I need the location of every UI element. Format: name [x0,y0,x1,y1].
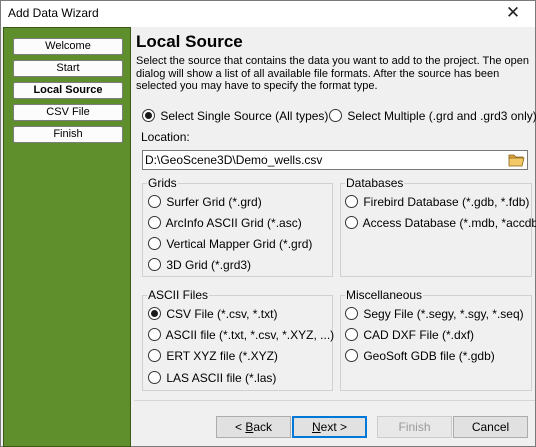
next-button-hotkey: N [311,420,321,434]
vertical-mapper-grid-label: Vertical Mapper Grid (*.grd) [166,237,313,251]
ascii-file-label: ASCII file (*.txt, *.csv, *.XYZ, ...) [165,328,335,342]
firebird-database-radio[interactable]: Firebird Database (*.gdb, *.fdb) [345,194,529,210]
title-bar: Add Data Wizard ✕ [1,1,535,27]
ascii-files-group-title: ASCII Files [147,288,210,302]
add-data-wizard-window: Add Data Wizard ✕ Welcome Start Local So… [0,0,536,447]
button-bar-divider [134,400,535,401]
csv-file-radio[interactable]: CSV File (*.csv, *.txt) [148,306,277,322]
geosoft-gdb-file-label: GeoSoft GDB file (*.gdb) [363,349,495,363]
step-local-source[interactable]: Local Source [13,82,123,99]
close-icon[interactable]: ✕ [499,3,527,25]
radio-unchecked-icon [148,216,161,230]
back-button-prefix: < [234,420,246,434]
vertical-mapper-grid-radio[interactable]: Vertical Mapper Grid (*.grd) [148,236,312,252]
cad-dxf-file-label: CAD DXF File (*.dxf) [363,328,475,342]
ert-xyz-file-radio[interactable]: ERT XYZ file (*.XYZ) [148,348,278,364]
cancel-button[interactable]: Cancel [453,416,528,438]
radio-unchecked-icon [345,328,358,342]
radio-checked-icon [142,109,155,123]
radio-unchecked-icon [345,195,358,209]
wizard-steps-sidebar: Welcome Start Local Source CSV File Fini… [3,27,131,447]
select-single-source-radio[interactable]: Select Single Source (All types) [142,108,328,124]
window-title: Add Data Wizard [8,6,99,20]
radio-unchecked-icon [148,258,161,272]
finish-button[interactable]: Finish [377,416,452,438]
3d-grid-radio[interactable]: 3D Grid (*.grd3) [148,257,251,273]
access-database-radio[interactable]: Access Database (*.mdb, *accdb) [345,215,536,231]
3d-grid-label: 3D Grid (*.grd3) [166,258,252,272]
las-ascii-file-label: LAS ASCII file (*.las) [166,371,277,385]
surfer-grid-radio[interactable]: Surfer Grid (*.grd) [148,194,262,210]
next-button[interactable]: Next > [292,416,367,438]
back-button-rest: ack [253,420,273,434]
location-label: Location: [141,130,190,144]
next-button-rest: ext > [320,420,348,434]
location-input[interactable]: D:\GeoScene3D\Demo_wells.csv [142,150,528,170]
folder-open-icon[interactable] [508,152,526,168]
arcinfo-grid-radio[interactable]: ArcInfo ASCII Grid (*.asc) [148,215,302,231]
select-multiple-radio[interactable]: Select Multiple (.grd and .grd3 only) [329,108,536,124]
arcinfo-grid-label: ArcInfo ASCII Grid (*.asc) [165,216,302,230]
step-welcome[interactable]: Welcome [13,38,123,55]
radio-unchecked-icon [345,307,358,321]
select-single-source-label: Select Single Source (All types) [160,109,329,123]
surfer-grid-label: Surfer Grid (*.grd) [166,195,262,209]
location-value: D:\GeoScene3D\Demo_wells.csv [145,153,323,167]
grids-group-title: Grids [147,176,178,190]
radio-unchecked-icon [345,216,358,230]
geosoft-gdb-file-radio[interactable]: GeoSoft GDB file (*.gdb) [345,348,495,364]
select-multiple-label: Select Multiple (.grd and .grd3 only) [347,109,536,123]
firebird-database-label: Firebird Database (*.gdb, *.fdb) [363,195,530,209]
radio-unchecked-icon [148,195,161,209]
radio-unchecked-icon [148,371,161,385]
back-button[interactable]: < Back [216,416,291,438]
radio-unchecked-icon [148,237,161,251]
access-database-label: Access Database (*.mdb, *accdb) [362,216,536,230]
ert-xyz-file-label: ERT XYZ file (*.XYZ) [166,349,278,363]
radio-unchecked-icon [148,349,161,363]
radio-unchecked-icon [329,109,342,123]
databases-group-title: Databases [345,176,405,190]
ascii-file-radio[interactable]: ASCII file (*.txt, *.csv, *.XYZ, ...) [148,327,334,343]
radio-checked-icon [148,307,161,321]
segy-file-label: Segy File (*.segy, *.sgy, *.seq) [363,307,524,321]
step-csv-file[interactable]: CSV File [13,104,123,121]
radio-unchecked-icon [345,349,358,363]
radio-unchecked-icon [148,328,161,342]
page-description: Select the source that contains the data… [136,55,530,92]
segy-file-radio[interactable]: Segy File (*.segy, *.sgy, *.seq) [345,306,524,322]
miscellaneous-group-title: Miscellaneous [345,288,424,302]
las-ascii-file-radio[interactable]: LAS ASCII file (*.las) [148,370,276,386]
csv-file-label: CSV File (*.csv, *.txt) [166,307,278,321]
step-finish[interactable]: Finish [13,126,123,143]
step-start[interactable]: Start [13,60,123,77]
cad-dxf-file-radio[interactable]: CAD DXF File (*.dxf) [345,327,474,343]
page-title: Local Source [136,32,243,51]
